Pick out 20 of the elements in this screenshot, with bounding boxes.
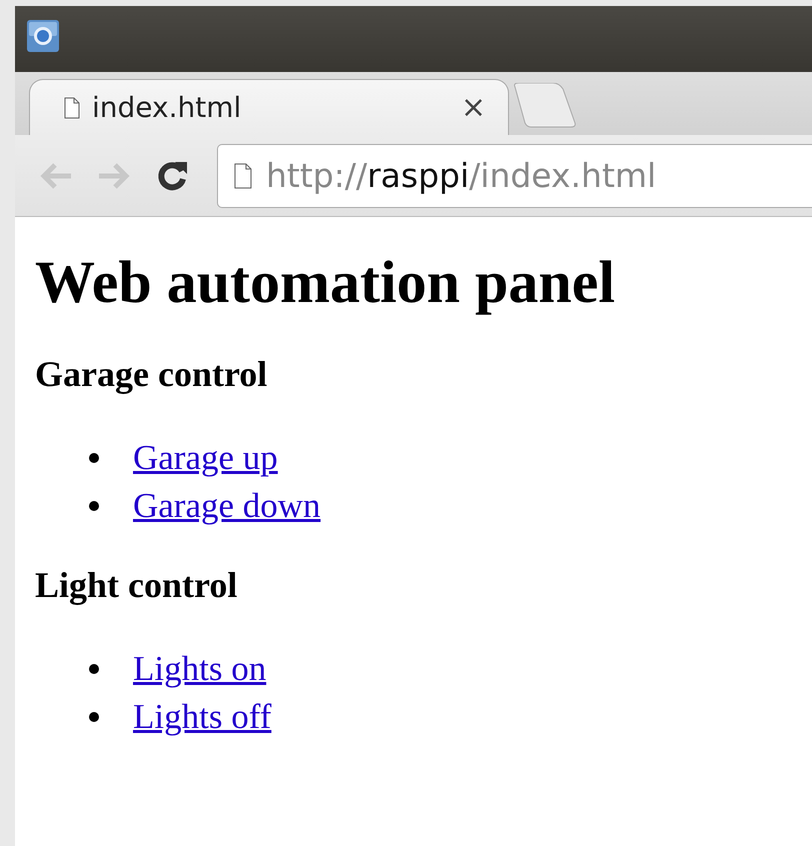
section-heading: Light control: [35, 564, 238, 608]
app-icon: [27, 20, 59, 52]
section-heading: Garage control: [35, 353, 268, 396]
link[interactable]: Garage up: [133, 438, 278, 478]
bullet-icon: [89, 501, 99, 512]
browser-tab[interactable]: index.html ×: [29, 79, 509, 135]
address-bar[interactable]: http://rasppi/index.html: [217, 144, 812, 208]
url-text: http://rasppi/index.html: [266, 156, 656, 195]
link[interactable]: Garage down: [133, 486, 321, 526]
bullet-icon: [89, 453, 99, 464]
tab-title: index.html: [92, 91, 242, 124]
document-icon: [64, 96, 80, 118]
link[interactable]: Lights off: [133, 697, 272, 738]
close-tab-button[interactable]: ×: [460, 90, 486, 125]
bullet-icon: [89, 664, 99, 674]
document-icon: [234, 162, 252, 188]
bullet-icon: [89, 712, 99, 722]
new-tab-button[interactable]: [513, 83, 577, 129]
page-title: Web automation panel: [35, 249, 616, 315]
link[interactable]: Lights on: [133, 649, 266, 690]
